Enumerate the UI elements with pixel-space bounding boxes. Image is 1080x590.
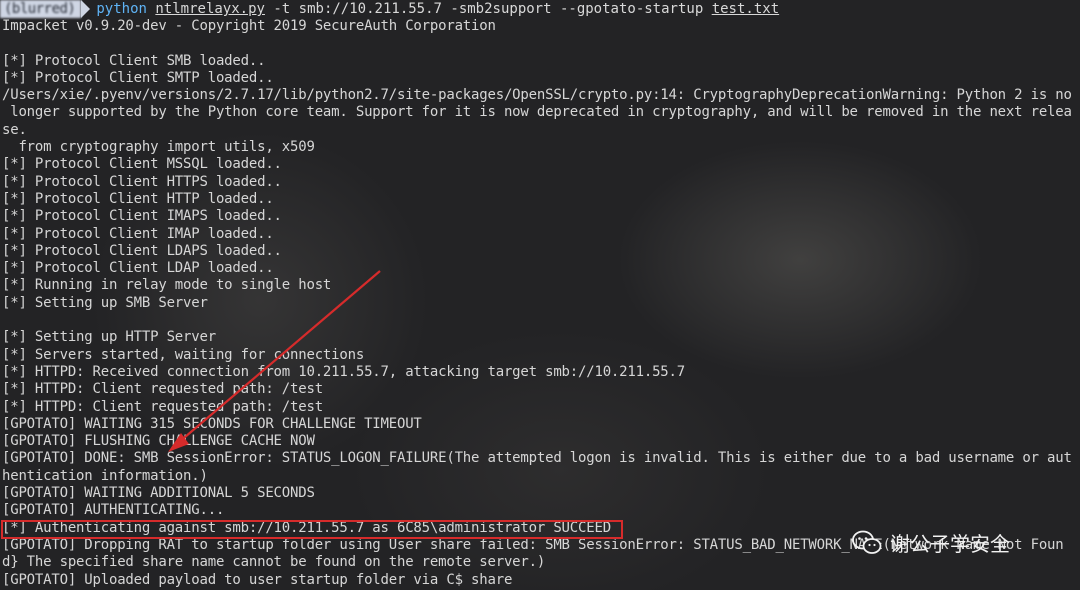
annotation-arrow-icon	[168, 270, 381, 452]
wechat-icon	[852, 530, 882, 554]
terminal-window[interactable]: (blurred) python ntlmrelayx.py -t smb://1…	[0, 0, 1080, 590]
watermark: 谢公子学安全	[852, 528, 1010, 557]
watermark-text: 谢公子学安全	[890, 532, 1010, 556]
